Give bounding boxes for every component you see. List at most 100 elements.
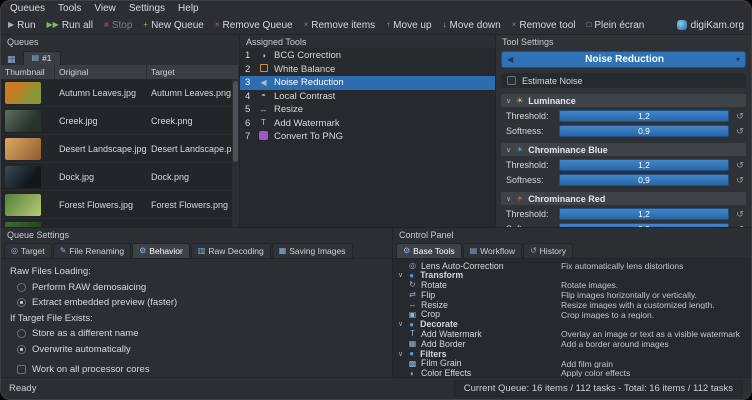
menu-settings[interactable]: Settings xyxy=(129,3,165,14)
run-button[interactable]: ▶ Run xyxy=(8,20,36,31)
estimate-noise-checkbox[interactable] xyxy=(507,76,516,85)
tree-item-add-watermark[interactable]: T Add Watermark Overlay an image or text… xyxy=(393,330,751,340)
radio-overwrite-automatically[interactable]: Overwrite automatically xyxy=(10,344,383,355)
tree-item-add-border[interactable]: ▦ Add Border Add a border around images xyxy=(393,339,751,349)
tree-item-color-effects[interactable]: ◐ Color Effects Apply color effects xyxy=(393,369,751,377)
digikam-brand-link[interactable]: digiKam.org xyxy=(677,20,744,31)
assigned-tool-row[interactable]: 6 T Add Watermark xyxy=(240,117,495,131)
tab-target[interactable]: ◎ Target xyxy=(4,243,52,258)
fullscreen-button[interactable]: □ Plein écran xyxy=(586,20,644,31)
chrominance-red-group-header[interactable]: ∨ ☀ Chrominance Red xyxy=(501,192,746,205)
work-all-cores-checkbox-row[interactable]: Work on all processor cores xyxy=(10,364,383,375)
assigned-tool-row-selected[interactable]: 3 ◀ Noise Reduction xyxy=(240,76,495,90)
assigned-tool-row[interactable]: 1 ◑ BCG Correction xyxy=(240,49,495,63)
radio-icon[interactable] xyxy=(17,329,26,338)
queue-tab-1[interactable]: ▤ #1 xyxy=(23,51,61,65)
run-all-button[interactable]: ▶▶ Run all xyxy=(47,20,93,31)
reset-icon[interactable]: ↺ xyxy=(734,126,746,137)
target-icon: ◎ xyxy=(11,247,18,255)
assigned-tool-row[interactable]: 7 Convert To PNG xyxy=(240,130,495,144)
radio-store-different-name[interactable]: Store as a different name xyxy=(10,328,383,339)
tab-raw-decoding[interactable]: ▥ Raw Decoding xyxy=(191,243,271,258)
reset-icon[interactable]: ↺ xyxy=(734,111,746,122)
radio-icon-selected[interactable] xyxy=(17,298,26,307)
tree-item-rotate[interactable]: ↻ Rotate Rotate images. xyxy=(393,281,751,291)
control-panel: Control Panel ⚙ Base Tools ▤ Workflow ↺ … xyxy=(393,228,751,377)
queue-scrollbar[interactable] xyxy=(231,79,239,227)
tab-file-renaming[interactable]: ✎ File Renaming xyxy=(53,243,132,258)
new-queue-button[interactable]: + New Queue xyxy=(143,20,203,31)
table-row[interactable]: Creek.jpg Creek.png xyxy=(1,107,239,135)
tree-item-flip[interactable]: ⇄ Flip Flip images horizontally or verti… xyxy=(393,290,751,300)
checkbox-label: Work on all processor cores xyxy=(32,364,150,375)
tab-saving-images[interactable]: ▦ Saving Images xyxy=(272,243,353,258)
queue-photo-icon[interactable]: ▦ xyxy=(4,54,19,65)
radio-label: Store as a different name xyxy=(32,328,139,339)
collapse-caret-icon[interactable]: ∨ xyxy=(398,272,403,279)
remove-tool-button[interactable]: × Remove tool xyxy=(512,20,576,31)
threshold-slider[interactable]: 1,2 xyxy=(559,159,729,171)
reset-icon[interactable]: ↺ xyxy=(734,209,746,220)
tool-name: Film Grain xyxy=(421,359,462,368)
queue-scrollbar-thumb[interactable] xyxy=(233,81,238,162)
softness-slider[interactable]: 0,9 xyxy=(559,125,729,137)
table-row[interactable]: Autumn Leaves.jpg Autumn Leaves.png xyxy=(1,79,239,107)
tool-description: Rotate images. xyxy=(561,281,751,290)
menu-view[interactable]: View xyxy=(94,3,116,14)
remove-queue-button[interactable]: × Remove Queue xyxy=(215,20,293,31)
convert-to-png-icon xyxy=(258,131,269,142)
tool-label: BCG Correction xyxy=(274,50,341,61)
assigned-tool-row[interactable]: 2 White Balance xyxy=(240,63,495,77)
tree-item-crop[interactable]: ▣ Crop Crop images to a region. xyxy=(393,310,751,320)
softness-slider[interactable]: 0,9 xyxy=(559,174,729,186)
reset-icon[interactable]: ↺ xyxy=(734,175,746,186)
column-original[interactable]: Original xyxy=(55,65,147,79)
assigned-tool-row[interactable]: 5 ↔ Resize xyxy=(240,103,495,117)
luminance-icon: ☀ xyxy=(516,97,523,105)
remove-items-button[interactable]: × Remove items xyxy=(304,20,376,31)
collapse-caret-icon[interactable]: ∨ xyxy=(398,321,403,328)
move-up-icon: ↑ xyxy=(386,21,390,29)
tab-base-tools[interactable]: ⚙ Base Tools xyxy=(396,243,462,258)
tree-item-film-grain[interactable]: ▩ Film Grain Add film grain xyxy=(393,359,751,369)
assigned-tool-row[interactable]: 4 ◓ Local Contrast xyxy=(240,90,495,104)
tab-history[interactable]: ↺ History xyxy=(523,243,573,258)
tree-group-decorate[interactable]: ∨ ● Decorate xyxy=(393,320,751,330)
bottom-panels: Queue Settings ◎ Target ✎ File Renaming … xyxy=(1,227,751,377)
collapse-caret-icon[interactable]: ∨ xyxy=(398,351,403,358)
tree-item-lens-auto-correction[interactable]: ◎ Lens Auto-Correction Fix automatically… xyxy=(393,261,751,271)
threshold-slider[interactable]: 1,2 xyxy=(559,110,729,122)
radio-extract-embedded-preview[interactable]: Extract embedded preview (faster) xyxy=(10,297,383,308)
checkbox-icon[interactable] xyxy=(17,365,26,374)
chrominance-blue-group-header[interactable]: ∨ ☀ Chrominance Blue xyxy=(501,143,746,156)
original-name: Dock.jpg xyxy=(55,172,147,182)
tool-name: Color Effects xyxy=(421,369,471,377)
move-down-button[interactable]: ↓ Move down xyxy=(443,20,501,31)
tool-settings-header[interactable]: ◀ Noise Reduction ▾ xyxy=(501,51,746,68)
tab-workflow[interactable]: ▤ Workflow xyxy=(463,243,522,258)
radio-icon-selected[interactable] xyxy=(17,345,26,354)
menu-tools[interactable]: Tools xyxy=(58,3,81,14)
table-row[interactable]: Desert Landscape.jpg Desert Landscape.pn… xyxy=(1,135,239,163)
move-up-button[interactable]: ↑ Move up xyxy=(386,20,431,31)
tool-description: Crop images to a region. xyxy=(561,311,751,320)
reset-icon[interactable]: ↺ xyxy=(734,160,746,171)
tree-group-filters[interactable]: ∨ ● Filters xyxy=(393,349,751,359)
threshold-slider[interactable]: 1,2 xyxy=(559,208,729,220)
menu-help[interactable]: Help xyxy=(178,3,199,14)
column-thumbnail[interactable]: Thumbnail xyxy=(1,65,55,79)
radio-icon[interactable] xyxy=(17,283,26,292)
menu-queues[interactable]: Queues xyxy=(10,3,45,14)
column-target[interactable]: Target xyxy=(147,65,239,79)
table-row[interactable]: Forest Flowers.jpg Forest Flowers.png xyxy=(1,191,239,219)
radio-perform-raw-demosaicing[interactable]: Perform RAW demosaicing xyxy=(10,282,383,293)
queue-progress-status: Current Queue: 16 items / 112 tasks - To… xyxy=(454,380,743,397)
table-row[interactable]: Dock.jpg Dock.png xyxy=(1,163,239,191)
tab-behavior[interactable]: ⚙ Behavior xyxy=(132,243,190,258)
table-row[interactable]: Forest.jpg Forest.png xyxy=(1,219,239,227)
estimate-noise-row[interactable]: Estimate Noise xyxy=(501,73,746,88)
luminance-group-header[interactable]: ∨ ☀ Luminance xyxy=(501,94,746,107)
tree-item-resize[interactable]: ↔ Resize Resize images with a customized… xyxy=(393,300,751,310)
tree-group-transform[interactable]: ∨ ● Transform xyxy=(393,271,751,281)
thumbnail xyxy=(5,138,41,160)
